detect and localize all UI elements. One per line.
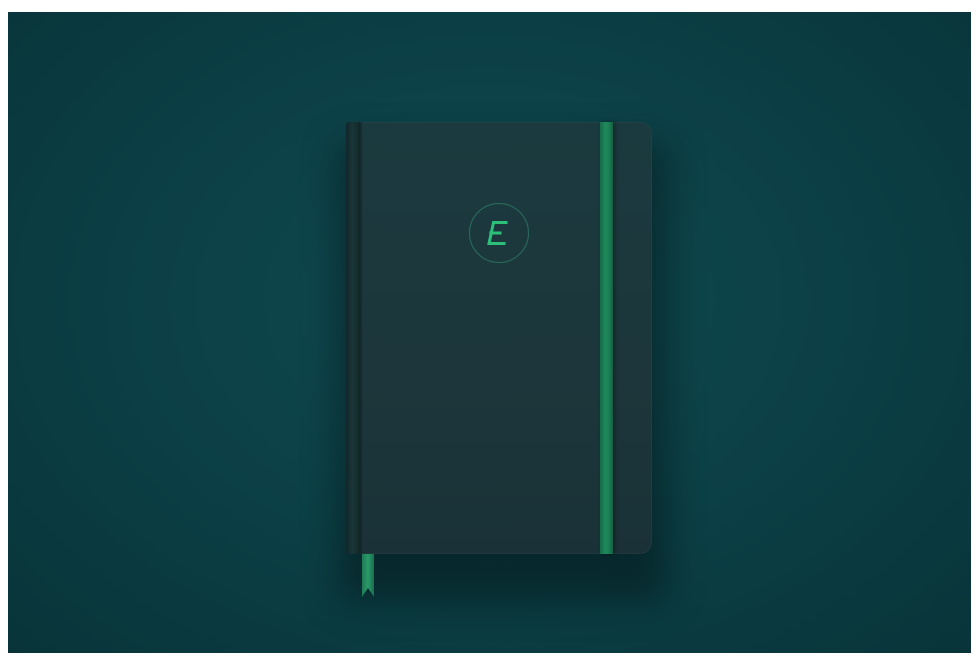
notebook-cover xyxy=(346,122,652,554)
stylized-e-logo-icon xyxy=(468,202,530,264)
notebook-spine xyxy=(346,122,360,554)
spine-crease xyxy=(360,122,363,554)
background-surface xyxy=(8,12,971,653)
elastic-band xyxy=(600,122,613,554)
